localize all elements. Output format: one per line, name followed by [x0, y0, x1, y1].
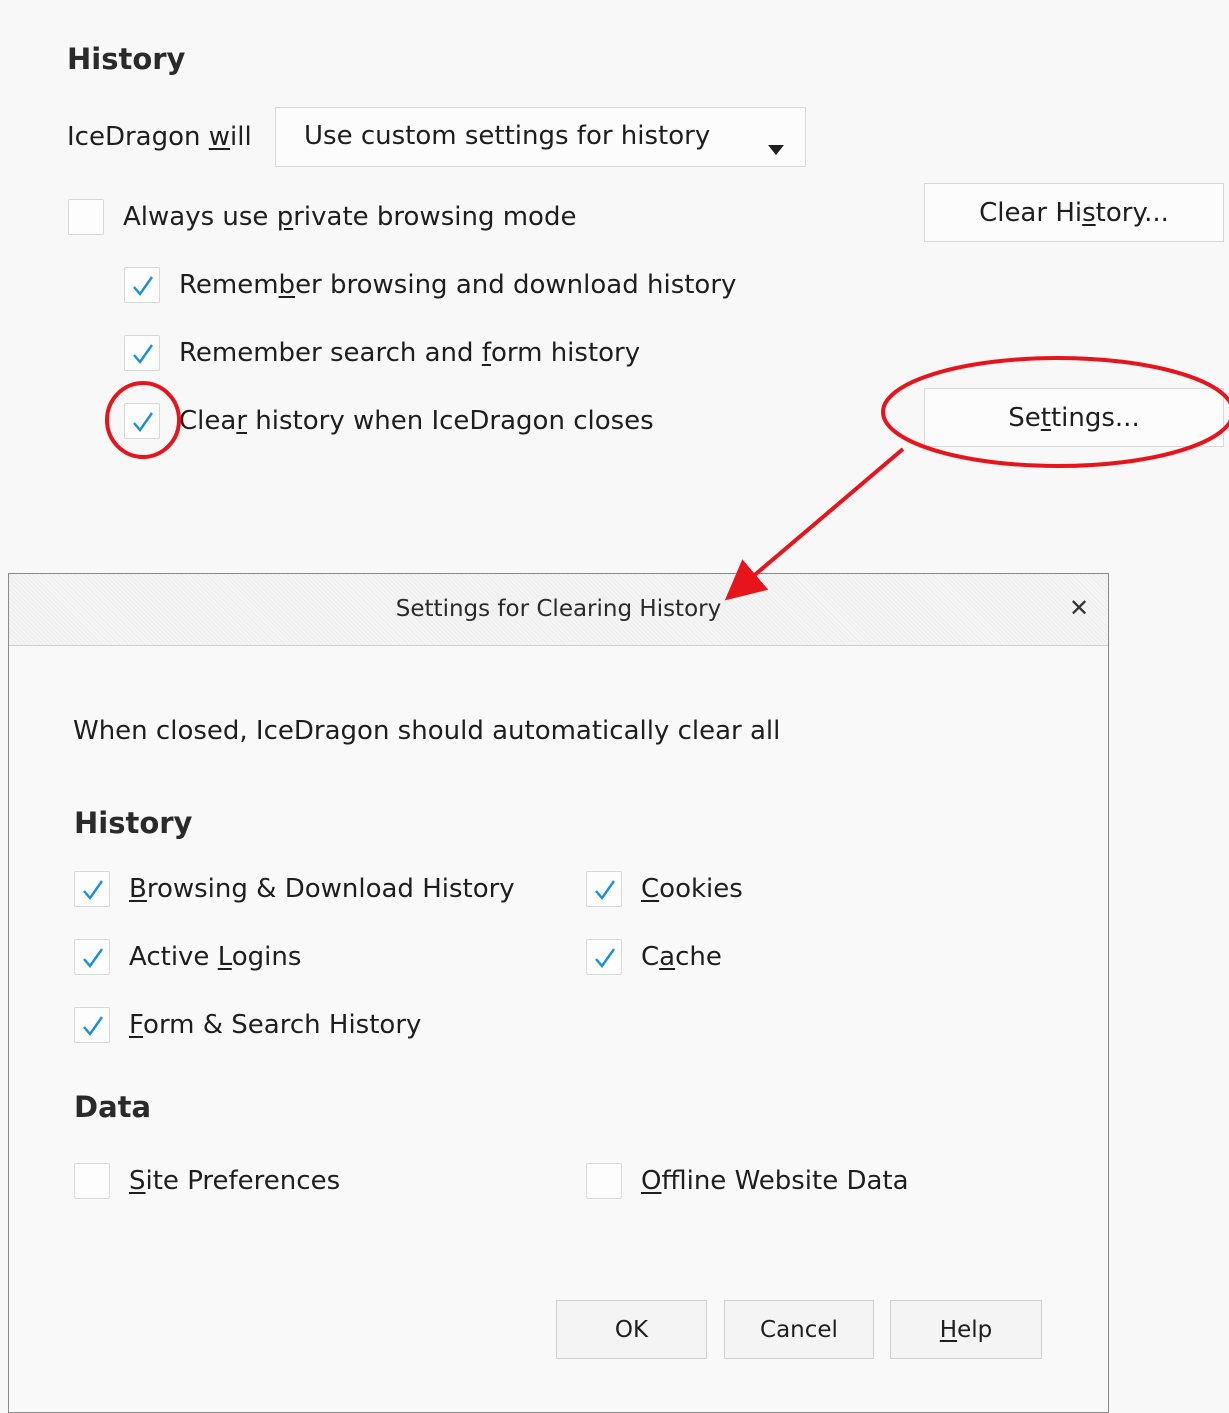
- help-button[interactable]: Help: [890, 1300, 1042, 1359]
- dialog-intro-text: When closed, IceDragon should automatica…: [73, 716, 781, 746]
- remember-search-checkbox[interactable]: [124, 335, 160, 371]
- clear-history-button[interactable]: Clear Hi s tory...: [924, 183, 1224, 242]
- checkmark-icon: [133, 344, 153, 364]
- offline-data-checkbox[interactable]: [586, 1163, 622, 1199]
- cookies-checkbox[interactable]: [586, 871, 622, 907]
- active-logins-checkbox[interactable]: [74, 939, 110, 975]
- ok-button[interactable]: OK: [556, 1300, 707, 1359]
- private-mode-label: Always use private browsing mode: [123, 202, 577, 232]
- remember-search-label: Remember search and form history: [179, 338, 641, 368]
- annotation-arrow: [724, 447, 905, 601]
- clear-on-close-checkbox[interactable]: [124, 403, 160, 439]
- form-search-label: Form & Search History: [129, 1010, 422, 1040]
- icedragon-will-label: IceDragon will: [67, 122, 252, 152]
- active-logins-label: Active Logins: [129, 942, 302, 972]
- checkmark-icon: [133, 276, 153, 296]
- chevron-down-icon: [768, 132, 784, 162]
- private-mode-checkbox[interactable]: [68, 199, 104, 235]
- dialog-data-heading: Data: [74, 1090, 152, 1124]
- clear-on-close-label: Clear history when IceDragon closes: [179, 406, 654, 436]
- history-mode-value: Use custom settings for history: [304, 121, 711, 151]
- cache-checkbox[interactable]: [586, 939, 622, 975]
- form-search-checkbox[interactable]: [74, 1007, 110, 1043]
- browsing-download-label: Browsing & Download History: [129, 874, 515, 904]
- settings-button[interactable]: Se t tings...: [924, 388, 1224, 447]
- clearing-history-dialog: Settings for Clearing History ✕ When clo…: [8, 573, 1109, 1413]
- history-section-title: History: [67, 42, 186, 76]
- checkmark-icon: [595, 880, 615, 900]
- checkmark-icon: [83, 948, 103, 968]
- remember-browsing-label: Remember browsing and download history: [179, 270, 737, 300]
- checkmark-icon: [83, 880, 103, 900]
- cancel-button[interactable]: Cancel: [724, 1300, 874, 1359]
- site-preferences-label: Site Preferences: [129, 1166, 341, 1196]
- checkmark-icon: [595, 948, 615, 968]
- cache-label: Cache: [641, 942, 722, 972]
- history-mode-select[interactable]: Use custom settings for history: [275, 107, 806, 167]
- dialog-history-heading: History: [74, 806, 193, 840]
- browsing-download-checkbox[interactable]: [74, 871, 110, 907]
- checkmark-icon: [133, 412, 153, 432]
- dialog-titlebar: Settings for Clearing History ✕: [9, 574, 1108, 646]
- offline-data-label: Offline Website Data: [641, 1166, 909, 1196]
- dialog-title: Settings for Clearing History: [395, 596, 722, 622]
- close-icon[interactable]: ✕: [1069, 594, 1089, 622]
- remember-browsing-checkbox[interactable]: [124, 267, 160, 303]
- checkmark-icon: [83, 1016, 103, 1036]
- site-preferences-checkbox[interactable]: [74, 1163, 110, 1199]
- cookies-label: Cookies: [641, 874, 743, 904]
